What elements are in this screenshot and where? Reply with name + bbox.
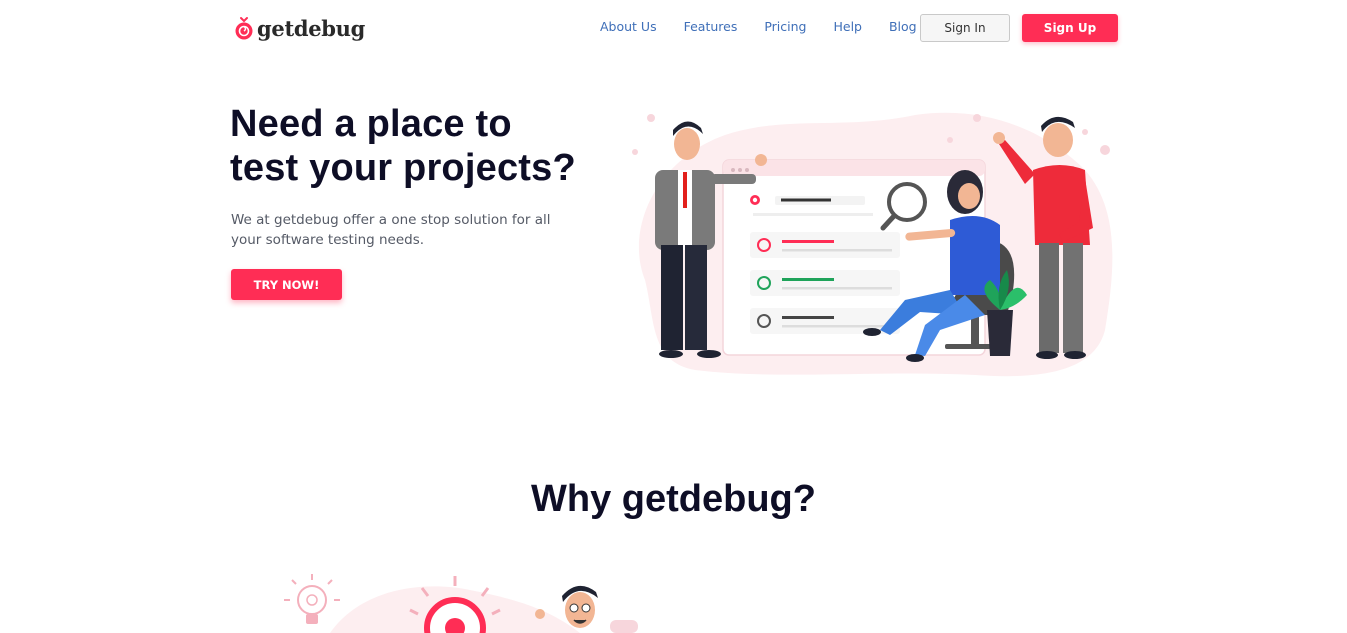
hero-subtitle: We at getdebug offer a one stop solution… (231, 212, 551, 248)
nav-pricing[interactable]: Pricing (764, 19, 806, 34)
hero-illustration (632, 112, 1113, 377)
why-illustration (284, 574, 638, 633)
why-section-title: Why getdebug? (531, 478, 816, 520)
nav-features[interactable]: Features (684, 19, 738, 34)
sign-up-button[interactable]: Sign Up (1022, 14, 1118, 42)
brand-logo[interactable]: getdebug (234, 14, 365, 42)
hero-title: Need a place to test your projects? (230, 102, 630, 190)
hero-title-line1: Need a place to (230, 103, 512, 145)
lightbulb-icon (284, 574, 340, 624)
brand-name: getdebug (257, 15, 366, 41)
nav-help[interactable]: Help (833, 19, 862, 34)
site-header: getdebug About Us Features Pricing Help … (0, 0, 1347, 56)
nav-blog[interactable]: Blog (889, 19, 917, 34)
logo-bug-icon (235, 17, 253, 40)
nav-about-us[interactable]: About Us (600, 19, 657, 34)
hero-title-line2: test your projects? (230, 147, 576, 189)
try-now-button[interactable]: TRY NOW! (231, 269, 342, 300)
main-nav: About Us Features Pricing Help Blog (600, 19, 944, 34)
sign-in-button[interactable]: Sign In (920, 14, 1010, 42)
